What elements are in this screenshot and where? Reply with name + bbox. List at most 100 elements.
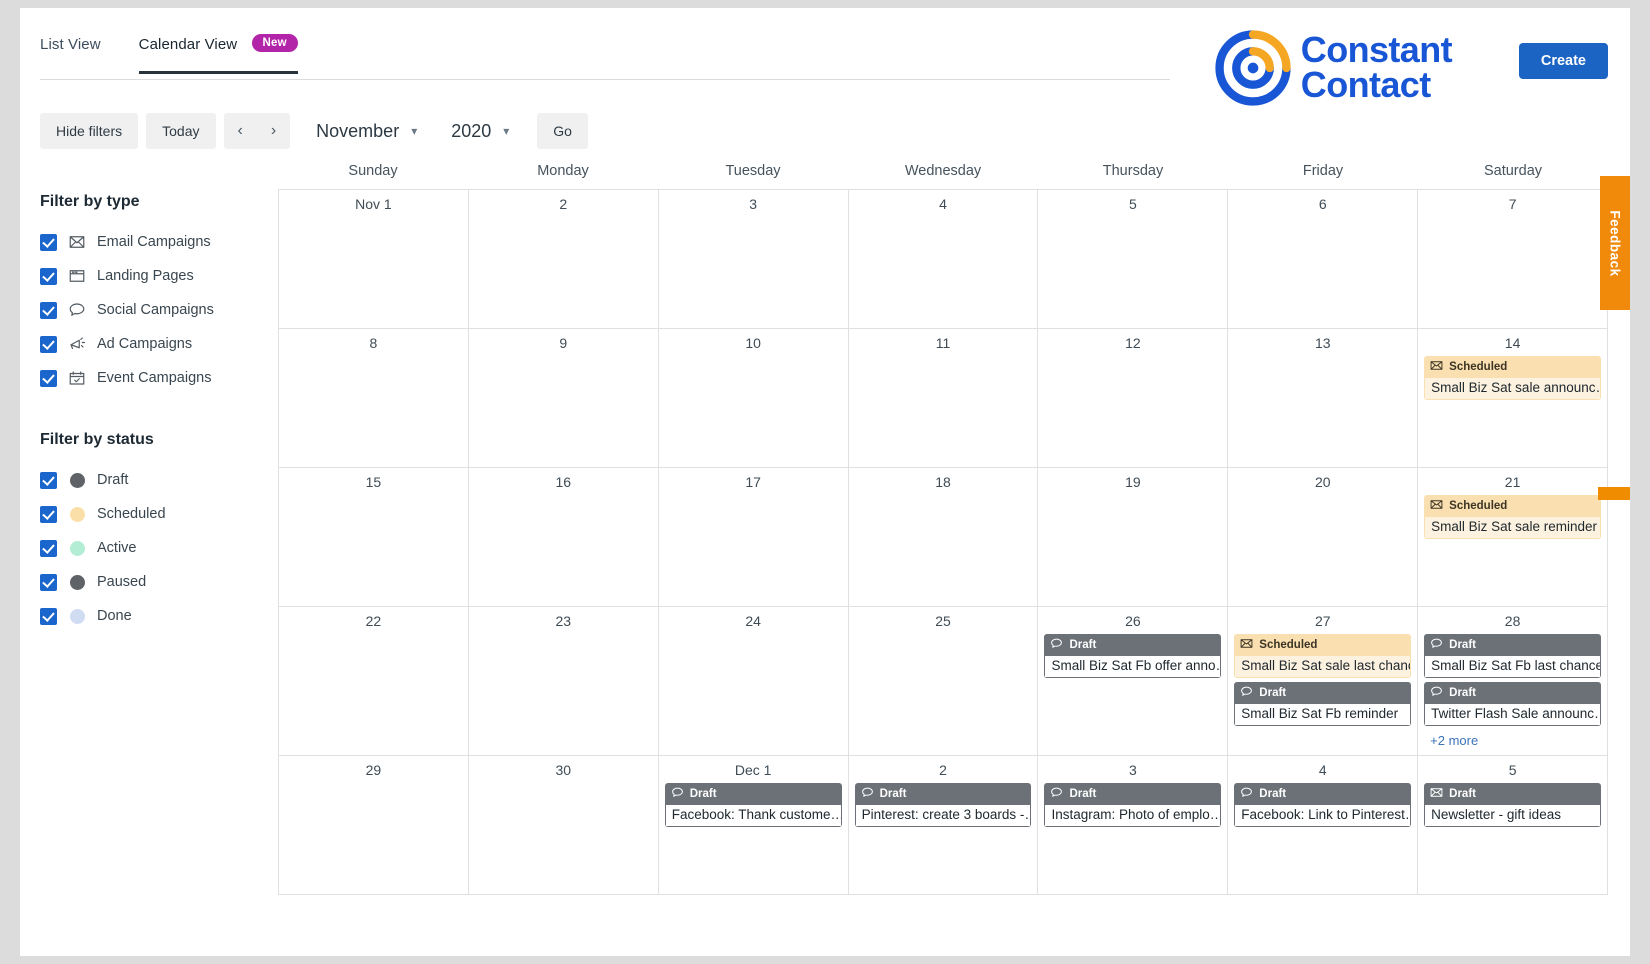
calendar-day-cell[interactable]: 3 Draft Instagram: Photo of emplo… ory bbox=[1038, 756, 1229, 895]
calendar-day-cell[interactable]: Dec 1 Draft Facebook: Thank custome… day bbox=[658, 756, 849, 895]
calendar-day-cell[interactable]: 16 bbox=[468, 468, 659, 607]
checkbox[interactable] bbox=[40, 539, 57, 557]
calendar-day-cell[interactable]: 18 bbox=[848, 468, 1039, 607]
calendar-day-cell[interactable]: 24 bbox=[658, 607, 849, 756]
calendar-day-cell[interactable]: 14 Scheduled Small Biz Sat sale announc…en… bbox=[1418, 329, 1609, 468]
filter-status-paused[interactable]: Paused bbox=[40, 565, 270, 599]
calendar-event[interactable]: Draft Pinterest: create 3 boards -…ers bbox=[854, 783, 1032, 827]
calendar-day-cell[interactable]: 27 Scheduled Small Biz Sat sale last chanc… bbox=[1228, 607, 1419, 756]
filter-type-label: Ad Campaigns bbox=[97, 336, 193, 352]
calendar-event[interactable]: Draft Facebook: Thank custome… day bbox=[664, 783, 842, 827]
calendar-day-cell[interactable]: 22 bbox=[279, 607, 469, 756]
filter-status-draft[interactable]: Draft bbox=[40, 463, 270, 497]
calendar-day-cell[interactable]: 10 bbox=[658, 329, 849, 468]
calendar-event[interactable]: Draft Small Biz Sat Fb offer anno…ent bbox=[1044, 634, 1222, 678]
calendar-event[interactable]: Draft Twitter Flash Sale announc…ent bbox=[1424, 682, 1602, 726]
calendar-day-cell[interactable]: 23 bbox=[468, 607, 659, 756]
calendar-day-cell[interactable]: 9 bbox=[468, 329, 659, 468]
event-title: Newsletter - gift ideas bbox=[1424, 805, 1602, 827]
calendar-event[interactable]: Draft Facebook: Link to Pinterest…s 1 bbox=[1234, 783, 1412, 827]
checkbox[interactable] bbox=[40, 233, 57, 251]
filter-type-landing-pages[interactable]: Landing Pages bbox=[40, 259, 270, 293]
filter-status-active[interactable]: Active bbox=[40, 531, 270, 565]
tab-calendar-view[interactable]: Calendar View New bbox=[138, 34, 298, 74]
calendar-event[interactable]: Draft Instagram: Photo of emplo… ory bbox=[1044, 783, 1222, 827]
filter-type-email-campaigns[interactable]: Email Campaigns bbox=[40, 225, 270, 259]
checkbox[interactable] bbox=[40, 505, 57, 523]
horizontal-scrollbar-thumb[interactable] bbox=[1598, 487, 1630, 500]
calendar-event[interactable]: Draft Small Biz Sat Fb reminder bbox=[1234, 682, 1412, 726]
calendar-event[interactable]: Scheduled Small Biz Sat sale reminder bbox=[1424, 495, 1602, 539]
calendar-day-cell[interactable]: 3 bbox=[658, 190, 849, 329]
day-header-monday: Monday bbox=[537, 163, 589, 179]
day-number: Nov 1 bbox=[355, 196, 392, 212]
filter-type-event-campaigns[interactable]: Event Campaigns bbox=[40, 361, 270, 395]
day-number: 22 bbox=[365, 613, 382, 629]
calendar-day-cell[interactable]: 12 bbox=[1038, 329, 1229, 468]
event-title: Small Biz Sat sale reminder bbox=[1424, 517, 1602, 539]
filter-type-ad-campaigns[interactable]: Ad Campaigns bbox=[40, 327, 270, 361]
event-status-header: Draft bbox=[1424, 634, 1602, 656]
calendar-day-cell[interactable]: 25 bbox=[848, 607, 1039, 756]
calendar-event[interactable]: Scheduled Small Biz Sat sale last chance bbox=[1234, 634, 1412, 678]
envelope-icon bbox=[1430, 498, 1443, 514]
filter-status-list: Draft Scheduled Active Paused Done bbox=[40, 463, 270, 633]
calendar-day-cell[interactable]: 15 bbox=[279, 468, 469, 607]
speech-bubble-icon bbox=[1240, 685, 1253, 701]
checkbox[interactable] bbox=[40, 267, 57, 285]
checkbox[interactable] bbox=[40, 369, 57, 387]
calendar-day-cell[interactable]: 30 bbox=[468, 756, 659, 895]
month-select[interactable]: November ▾ bbox=[308, 115, 425, 148]
filter-type-social-campaigns[interactable]: Social Campaigns bbox=[40, 293, 270, 327]
today-button[interactable]: Today bbox=[146, 113, 216, 149]
checkbox[interactable] bbox=[40, 573, 57, 591]
calendar-day-cell[interactable]: 5 bbox=[1038, 190, 1229, 329]
calendar-day-cell[interactable]: 26 Draft Small Biz Sat Fb offer anno…ent bbox=[1038, 607, 1229, 756]
calendar-event[interactable]: Scheduled Small Biz Sat sale announc…ent bbox=[1424, 356, 1602, 400]
calendar-day-cell[interactable]: 20 bbox=[1228, 468, 1419, 607]
calendar-day-cell[interactable]: 11 bbox=[848, 329, 1039, 468]
filter-status-done[interactable]: Done bbox=[40, 599, 270, 633]
chevron-down-icon: ▾ bbox=[411, 124, 418, 138]
checkbox[interactable] bbox=[40, 471, 57, 489]
go-button[interactable]: Go bbox=[537, 113, 588, 149]
feedback-tab[interactable]: Feedback bbox=[1600, 176, 1630, 310]
calendar-event[interactable]: Draft Newsletter - gift ideas bbox=[1424, 783, 1602, 827]
tab-list-view[interactable]: List View bbox=[40, 36, 101, 69]
brand-line-1: Constant bbox=[1300, 29, 1453, 71]
calendar-day-cell[interactable]: 2 bbox=[468, 190, 659, 329]
checkbox[interactable] bbox=[40, 335, 57, 353]
calendar-day-cell[interactable]: 4 bbox=[848, 190, 1039, 329]
hide-filters-button[interactable]: Hide filters bbox=[40, 113, 139, 149]
event-status-label: Scheduled bbox=[1259, 639, 1318, 651]
calendar-day-cell[interactable]: 4 Draft Facebook: Link to Pinterest…s 1 bbox=[1228, 756, 1419, 895]
year-select[interactable]: 2020 ▾ bbox=[443, 115, 517, 148]
next-month-icon[interactable]: › bbox=[257, 113, 290, 149]
day-number: 26 bbox=[1125, 613, 1141, 629]
calendar-day-cell[interactable]: 2 Draft Pinterest: create 3 boards -…ers bbox=[848, 756, 1039, 895]
more-events-link[interactable]: +2 more bbox=[1422, 730, 1603, 751]
calendar-day-cell[interactable]: 8 bbox=[279, 329, 469, 468]
calendar-day-cell[interactable]: 5 Draft Newsletter - gift ideas bbox=[1418, 756, 1609, 895]
calendar-day-cell[interactable]: 21 Scheduled Small Biz Sat sale reminder bbox=[1418, 468, 1609, 607]
calendar-day-cell[interactable]: 13 bbox=[1228, 329, 1419, 468]
filter-status-scheduled[interactable]: Scheduled bbox=[40, 497, 270, 531]
calendar-day-cell[interactable]: 28 Draft Small Biz Sat Fb last chance Draft… bbox=[1418, 607, 1609, 756]
day-number: 16 bbox=[555, 474, 572, 490]
calendar-day-cell[interactable]: 17 bbox=[658, 468, 849, 607]
calendar-day-cell[interactable]: 6 bbox=[1228, 190, 1419, 329]
calendar-day-cell[interactable]: 7 bbox=[1418, 190, 1609, 329]
prev-month-icon[interactable]: ‹ bbox=[224, 113, 257, 149]
status-dot bbox=[69, 506, 85, 522]
calendar-day-cell[interactable]: 19 bbox=[1038, 468, 1229, 607]
filter-type-list: Email Campaigns Landing Pages Social Campa… bbox=[40, 225, 270, 395]
calendar-day-cell[interactable]: 29 bbox=[279, 756, 469, 895]
filter-status-label: Active bbox=[97, 540, 137, 556]
checkbox[interactable] bbox=[40, 301, 57, 319]
calendar-day-cell[interactable]: Nov 1 bbox=[279, 190, 469, 329]
day-number: 19 bbox=[1125, 474, 1141, 490]
calendar-event[interactable]: Draft Small Biz Sat Fb last chance bbox=[1424, 634, 1602, 678]
create-button[interactable]: Create bbox=[1518, 43, 1608, 79]
checkbox[interactable] bbox=[40, 607, 57, 625]
event-status-header: Draft bbox=[1424, 682, 1602, 704]
